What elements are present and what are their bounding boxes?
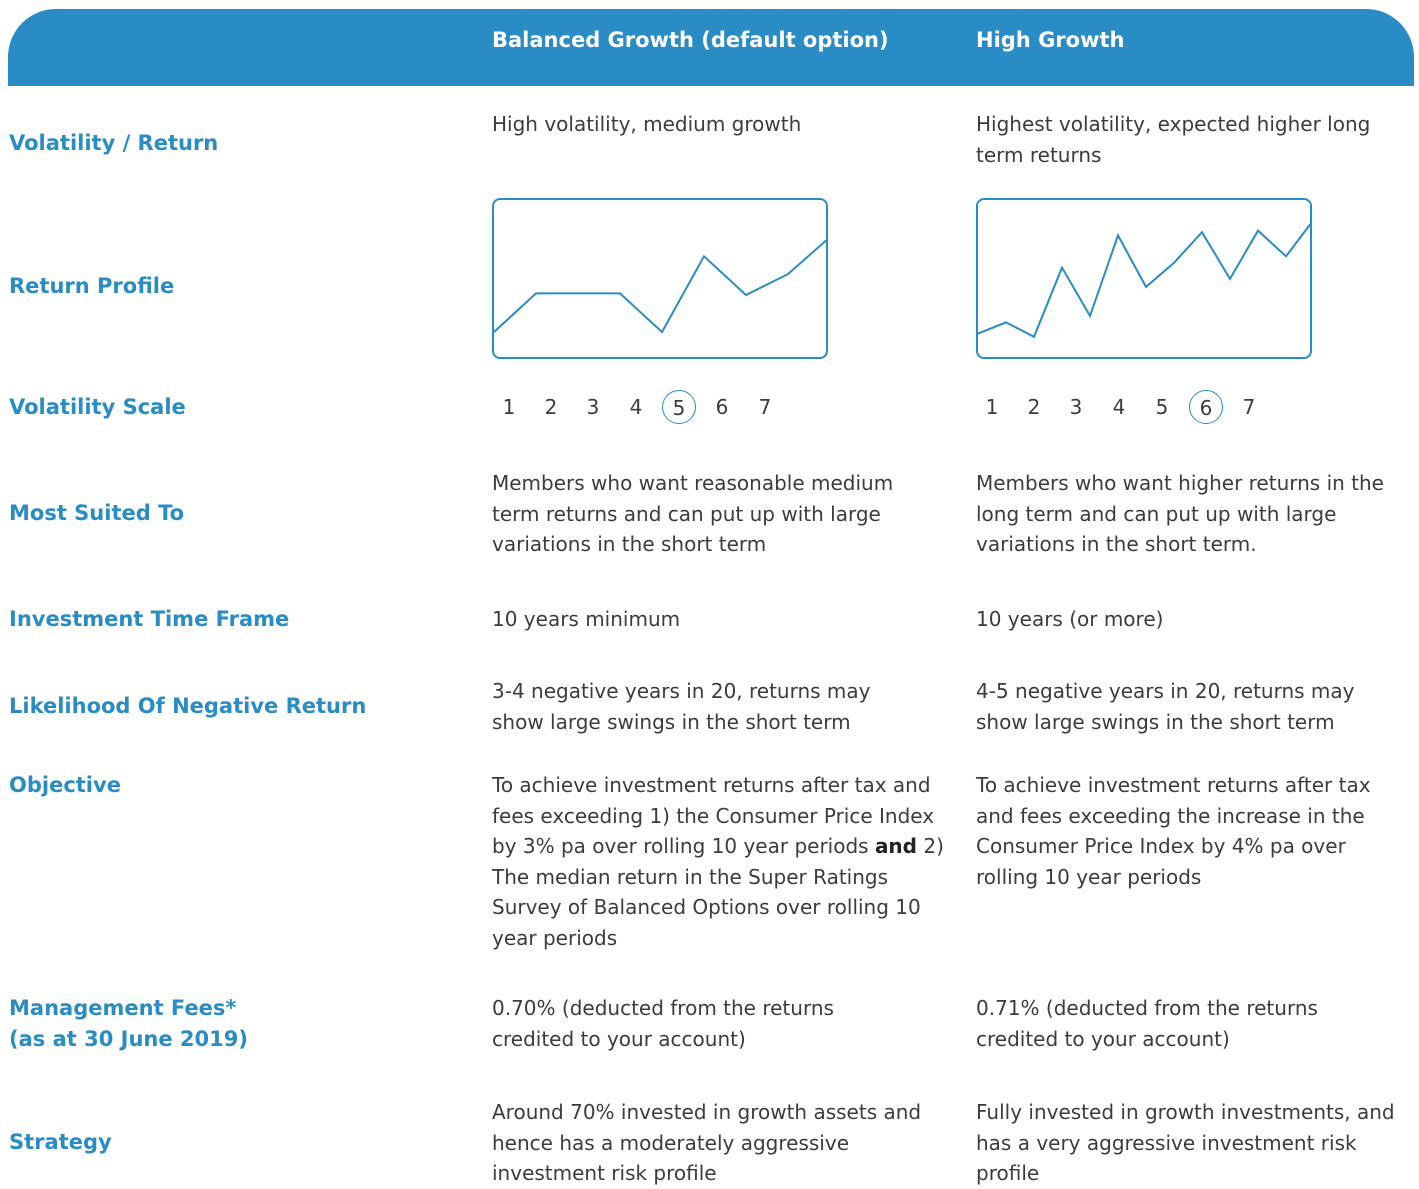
balanced-time-frame: 10 years minimum [492, 607, 681, 631]
return-profile-line-1-0 [978, 222, 1310, 339]
high-strategy: Fully invested in growth investments, an… [976, 1100, 1395, 1186]
high-return-chart-svg [978, 222, 1310, 339]
balanced-objective-part1: To achieve investment returns after tax … [492, 773, 935, 859]
label-return-profile: Return Profile [9, 274, 175, 298]
management-fees-line2: (as at 30 June 2019) [9, 1027, 248, 1051]
high-objective: To achieve investment returns after tax … [976, 773, 1371, 889]
high-growth-title: High Growth [976, 28, 1125, 52]
label-objective: Objective [9, 773, 121, 797]
label-time-frame: Investment Time Frame [9, 607, 290, 631]
high-scale-4: 4 [1112, 395, 1126, 419]
balanced-objective: To achieve investment returns after tax … [492, 770, 944, 954]
balanced-most-suited: Members who want reasonable medium term … [492, 471, 894, 557]
high-scale-3: 3 [1069, 395, 1083, 419]
balanced-growth-title: Balanced Growth (default option) [492, 28, 889, 52]
label-volatility-return: Volatility / Return [9, 131, 219, 155]
high-scale-1: 1 [985, 395, 999, 419]
high-scale-7: 7 [1242, 395, 1256, 419]
balanced-scale-4: 4 [629, 395, 643, 419]
balanced-volatility-return: High volatility, medium growth [492, 112, 802, 136]
balanced-scale-5: 5 [662, 390, 696, 424]
label-most-suited: Most Suited To [9, 501, 185, 525]
balanced-negative-return: 3-4 negative years in 20, returns may sh… [492, 679, 871, 734]
balanced-return-chart [492, 198, 828, 359]
balanced-scale-2: 2 [544, 395, 558, 419]
high-scale-6: 6 [1189, 390, 1223, 424]
label-negative-return: Likelihood Of Negative Return [9, 694, 367, 718]
label-strategy: Strategy [9, 1130, 112, 1154]
management-fees-line1: Management Fees* [9, 996, 237, 1020]
high-most-suited: Members who want higher returns in the l… [976, 471, 1384, 557]
return-profile-line-0-0 [494, 239, 826, 334]
high-scale-2: 2 [1027, 395, 1041, 419]
balanced-scale-6: 6 [715, 395, 729, 419]
high-volatility-return: Highest volatility, expected higher long… [976, 112, 1371, 167]
balanced-objective-and: and [874, 834, 917, 859]
balanced-management-fees: 0.70% (deducted from the returns credite… [492, 996, 834, 1051]
high-management-fees: 0.71% (deducted from the returns credite… [976, 996, 1318, 1051]
balanced-scale-3: 3 [586, 395, 600, 419]
high-return-chart [976, 198, 1312, 359]
high-negative-return: 4-5 negative years in 20, returns may sh… [976, 679, 1355, 734]
label-volatility-scale: Volatility Scale [9, 395, 186, 419]
high-time-frame: 10 years (or more) [976, 607, 1164, 631]
balanced-return-chart-svg [494, 239, 826, 334]
balanced-strategy: Around 70% invested in growth assets and… [492, 1100, 922, 1186]
balanced-scale-1: 1 [502, 395, 516, 419]
balanced-scale-7: 7 [758, 395, 772, 419]
high-scale-5: 5 [1155, 395, 1169, 419]
label-management-fees: Management Fees* (as at 30 June 2019) [9, 993, 248, 1055]
